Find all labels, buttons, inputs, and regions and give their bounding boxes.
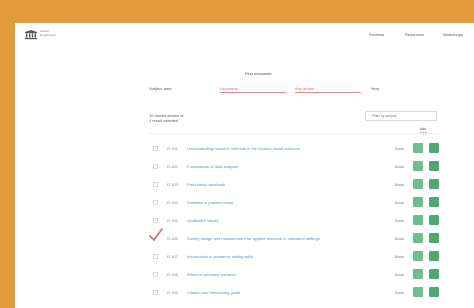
nav-reviews[interactable]: Reviews — [369, 32, 384, 37]
site-header: Library Department Reviews Resources Wor… — [15, 23, 474, 51]
nav-workshops[interactable]: Workshops — [443, 32, 463, 37]
view-button[interactable] — [413, 269, 423, 279]
search-title: Find resources — [245, 71, 272, 76]
row-title-link[interactable]: Introduction to academic writing skills — [187, 254, 253, 259]
row-checkbox[interactable] — [153, 164, 158, 169]
add-copy-button[interactable] — [429, 143, 439, 153]
row-type: Book — [395, 164, 405, 169]
author-input[interactable]: Any author — [295, 84, 361, 93]
view-button[interactable] — [413, 143, 423, 153]
row-type: Book — [395, 200, 405, 205]
table-row[interactable]: R-107 Introduction to academic writing sk… — [149, 249, 439, 265]
add-copy-button[interactable] — [429, 233, 439, 243]
add-copy-button[interactable] — [429, 287, 439, 297]
view-button[interactable] — [413, 233, 423, 243]
add-copy-button[interactable] — [429, 215, 439, 225]
logo-line-2: Department — [40, 33, 56, 37]
view-button[interactable] — [413, 251, 423, 261]
library-logo-icon[interactable] — [25, 30, 37, 40]
row-checkbox[interactable] — [153, 254, 158, 259]
add-copy-button[interactable] — [429, 179, 439, 189]
row-type: Book — [395, 290, 405, 295]
row-checkbox[interactable] — [153, 272, 158, 277]
add-copy-button[interactable] — [429, 197, 439, 207]
row-checkbox[interactable] — [153, 218, 158, 223]
table-row[interactable]: R-108 Ethics in scholarly research Book — [149, 267, 439, 283]
row-checkbox[interactable] — [153, 200, 158, 205]
checkmark-icon[interactable] — [149, 228, 163, 242]
row-type: Book — [395, 254, 405, 259]
table-row[interactable]: R-105 Qualitative inquiry Book — [149, 213, 439, 229]
results-count: 10 results shown of 1 result selected — [149, 113, 209, 123]
row-title-link[interactable]: Understanding research methods in the mo… — [187, 146, 300, 151]
row-title-link[interactable]: Ethics in scholarly research — [187, 272, 236, 277]
row-id: R-103 — [167, 182, 178, 187]
nav-resources[interactable]: Resources — [405, 32, 424, 37]
row-id: R-108 — [167, 272, 178, 277]
results-divider — [149, 133, 439, 134]
view-button[interactable] — [413, 179, 423, 189]
row-id: R-105 — [167, 218, 178, 223]
row-title-link[interactable]: Statistics in practice today — [187, 200, 233, 205]
row-title-link[interactable]: Foundations of data analysis — [187, 164, 238, 169]
row-type: Book — [395, 182, 405, 187]
add-copy-button[interactable] — [429, 161, 439, 171]
view-button[interactable] — [413, 215, 423, 225]
row-id: R-101 — [167, 146, 178, 151]
table-row[interactable]: R-102 Foundations of data analysis Book — [149, 159, 439, 175]
row-id: R-109 — [167, 290, 178, 295]
year-label[interactable]: Year — [371, 86, 379, 91]
row-title-link[interactable]: Citation and referencing guide — [187, 290, 240, 295]
view-button[interactable] — [413, 197, 423, 207]
row-id: R-102 — [167, 164, 178, 169]
keywords-input[interactable]: Keywords — [220, 84, 286, 93]
row-type: Book — [395, 146, 405, 151]
table-row[interactable]: R-101 Understanding research methods in t… — [149, 141, 439, 157]
row-title-link[interactable]: Qualitative inquiry — [187, 218, 219, 223]
row-title-link[interactable]: Field study handbook — [187, 182, 225, 187]
add-copy-button[interactable] — [429, 251, 439, 261]
view-button[interactable] — [413, 287, 423, 297]
row-type: Book — [395, 236, 405, 241]
row-id: R-107 — [167, 254, 178, 259]
logo-text: Library Department — [40, 29, 62, 37]
filter-dropdown[interactable]: Filter by subject — [365, 111, 437, 121]
row-checkbox[interactable] — [153, 146, 158, 151]
row-type: Book — [395, 272, 405, 277]
table-row[interactable]: R-103 Field study handbook Book — [149, 177, 439, 193]
table-row[interactable]: R-104 Statistics in practice today Book — [149, 195, 439, 211]
table-row[interactable]: R-109 Citation and referencing guide Book — [149, 285, 439, 301]
subject-area-label: Subject area — [149, 86, 172, 91]
table-row[interactable]: R-106 Survey design and measurement for a… — [149, 228, 439, 247]
row-type: Book — [395, 218, 405, 223]
row-id: R-104 — [167, 200, 178, 205]
view-button[interactable] — [413, 161, 423, 171]
row-checkbox[interactable] — [153, 182, 158, 187]
row-title-link[interactable]: Survey design and measurement for applie… — [187, 236, 320, 241]
row-id: R-106 — [167, 236, 178, 241]
add-copy-button[interactable] — [429, 269, 439, 279]
row-checkbox[interactable] — [153, 290, 158, 295]
app-window: Library Department Reviews Resources Wor… — [15, 23, 474, 308]
results-count-line-2: 1 result selected — [149, 118, 179, 123]
